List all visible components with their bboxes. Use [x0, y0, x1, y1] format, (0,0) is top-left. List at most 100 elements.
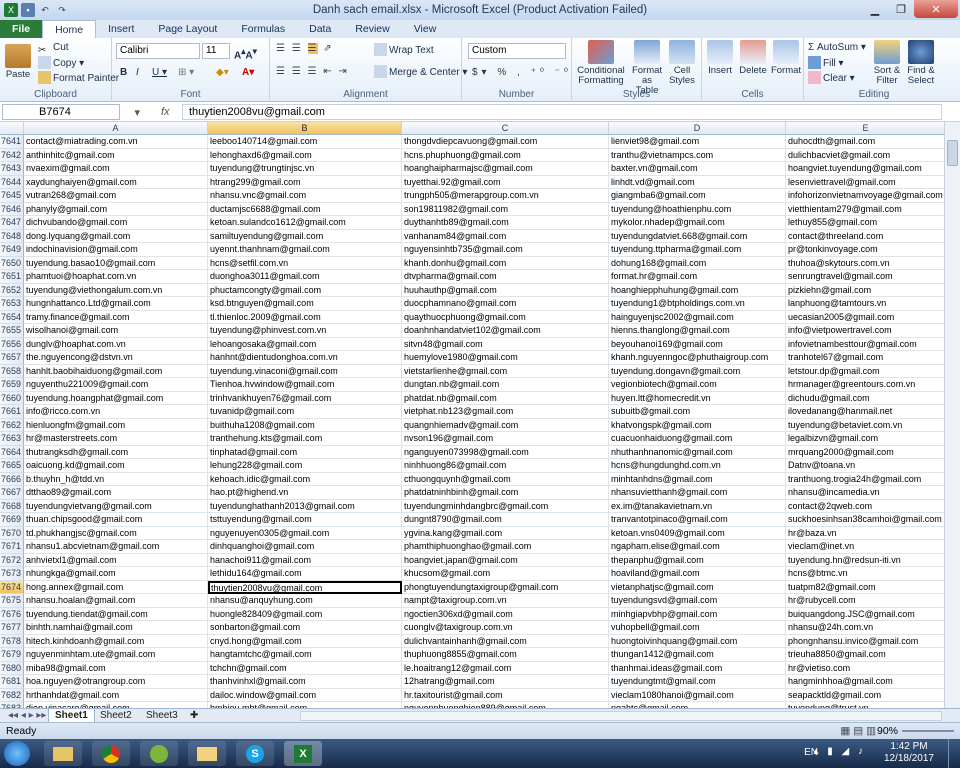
row-header[interactable]: 7671	[0, 540, 24, 554]
table-cell[interactable]: hrmanager@greentours.com.vn	[786, 378, 944, 392]
table-cell[interactable]: subuitb@gmail.com	[609, 405, 786, 419]
table-cell[interactable]: phongtuyendungtaxigroup@gmail.com	[402, 580, 609, 594]
table-cell[interactable]: info@ricco.com.vn	[24, 405, 208, 419]
table-cell[interactable]: huongtoivinhquang@gmail.com	[609, 634, 786, 648]
table-cell[interactable]: dungnt8790@gmail.com	[402, 513, 609, 527]
new-sheet-icon[interactable]: ✚	[184, 709, 204, 723]
number-format-icons[interactable]: $▾ % , ⁺⁰ ⁻⁰	[472, 66, 572, 80]
table-cell[interactable]: hr@rubycell.com	[786, 594, 944, 608]
sheet-nav-arrows[interactable]: ◂◂ ◂ ▸ ▸▸	[2, 709, 52, 723]
table-cell[interactable]: tinphatad@gmail.com	[208, 445, 402, 459]
find-select-button[interactable]: Find & Select	[904, 40, 938, 86]
folder-icon[interactable]	[188, 741, 226, 766]
table-cell[interactable]: dichudu@gmail.com	[786, 392, 944, 405]
table-cell[interactable]: huemylove1980@gmail.com	[402, 351, 609, 365]
tab-view[interactable]: View	[402, 20, 449, 38]
row-header[interactable]: 7660	[0, 391, 24, 405]
table-cell[interactable]: duythanhtb89@gmail.com	[402, 216, 609, 230]
table-cell[interactable]: lehonghaxd6@gmail.com	[208, 148, 402, 162]
conditional-formatting-button[interactable]: Conditional Formatting	[574, 40, 628, 86]
table-cell[interactable]: tuyendungtmt@gmail.com	[609, 675, 786, 689]
table-cell[interactable]: ninhhuong86@gmail.com	[402, 459, 609, 473]
table-cell[interactable]: hungnhattanco.Ltd@gmail.com	[24, 297, 208, 311]
table-cell[interactable]: hr.taxitourist@gmail.com	[402, 688, 609, 702]
table-cell[interactable]: anhvietxl1@gmail.com	[24, 553, 208, 567]
row-header[interactable]: 7659	[0, 378, 24, 392]
table-cell[interactable]: tuatpm82@gmail.com	[786, 581, 944, 594]
table-cell[interactable]: lehung228@gmail.com	[208, 459, 402, 473]
tray-icons[interactable]: ▴ ▮ ◢ ♪	[813, 746, 866, 757]
table-cell[interactable]: tranthehung.kts@gmail.com	[208, 432, 402, 446]
table-cell[interactable]: lehoangosaka@gmail.com	[208, 337, 402, 351]
row-header[interactable]: 7675	[0, 594, 24, 608]
table-cell[interactable]: dulichvantainhanh@gmail.com	[402, 634, 609, 648]
table-cell[interactable]: tuyendung.vinaconi@gmail.com	[208, 364, 402, 378]
table-cell[interactable]: hcns@btmc.vn	[786, 567, 944, 581]
row-header[interactable]: 7665	[0, 459, 24, 473]
table-cell[interactable]: lienviet98@gmail.com	[609, 135, 786, 149]
tab-page-layout[interactable]: Page Layout	[146, 20, 229, 38]
cut-button[interactable]: ✂ Cut	[38, 41, 69, 57]
table-cell[interactable]: huongle828409@gmail.com	[208, 607, 402, 621]
table-cell[interactable]: oaicuong.kd@gmail.com	[24, 459, 208, 473]
tab-formulas[interactable]: Formulas	[229, 20, 297, 38]
save-icon[interactable]: ▪	[21, 3, 35, 17]
table-cell[interactable]: minhgiapvbhp@gmail.com	[609, 607, 786, 621]
format-cells-button[interactable]: Format	[770, 40, 802, 76]
table-cell[interactable]: ngapham.elise@gmail.com	[609, 540, 786, 554]
row-header[interactable]: 7653	[0, 297, 24, 311]
table-cell[interactable]: Datnv@toana.vn	[786, 459, 944, 473]
table-cell[interactable]: tuyendung@betaviet.com.vn	[786, 419, 944, 432]
table-cell[interactable]: nampt@taxigroup.com.vn	[402, 594, 609, 608]
underline-button[interactable]: U ▾	[152, 66, 167, 80]
row-header[interactable]: 7650	[0, 256, 24, 270]
row-header[interactable]: 7679	[0, 648, 24, 662]
row-header[interactable]: 7647	[0, 216, 24, 230]
table-cell[interactable]: vegionbiotech@gmail.com	[609, 378, 786, 392]
table-cell[interactable]: anthinhitc@gmail.com	[24, 148, 208, 162]
row-header[interactable]: 7658	[0, 364, 24, 378]
table-cell[interactable]: hangtamtchc@gmail.com	[208, 648, 402, 662]
table-cell[interactable]: hcns@setfil.com.vn	[208, 256, 402, 270]
table-cell[interactable]: thepanphu@gmail.com	[609, 553, 786, 567]
table-cell[interactable]: phanyly@gmail.com	[24, 202, 208, 216]
row-header[interactable]: 7646	[0, 202, 24, 216]
table-cell[interactable]: trungph505@merapgroup.com.vn	[402, 189, 609, 203]
paste-button[interactable]: Paste	[4, 44, 32, 80]
tab-file[interactable]: File	[0, 20, 43, 38]
undo-icon[interactable]: ↶	[38, 3, 52, 17]
tab-insert[interactable]: Insert	[96, 20, 146, 38]
table-cell[interactable]: vietphat.nb123@gmail.com	[402, 405, 609, 419]
table-cell[interactable]: format.hr@gmail.com	[609, 270, 786, 284]
row-header[interactable]: 7677	[0, 621, 24, 635]
table-cell[interactable]: khanh.donhu@gmail.com	[402, 256, 609, 270]
table-cell[interactable]: tuyendung.tiendat@gmail.com	[24, 607, 208, 621]
table-cell[interactable]: ngoctien306xd@gmail.com	[402, 607, 609, 621]
row-header[interactable]: 7643	[0, 162, 24, 176]
table-cell[interactable]: cuacuonhaiduong@gmail.com	[609, 432, 786, 446]
chevron-down-icon[interactable]: ▾	[134, 106, 140, 119]
table-cell[interactable]: le.hoaitrang12@gmail.com	[402, 661, 609, 675]
table-cell[interactable]: samiltuyendung@gmail.com	[208, 229, 402, 243]
row-header[interactable]: 7654	[0, 310, 24, 324]
table-cell[interactable]: lesenviettravel@gmail.com	[786, 176, 944, 189]
table-cell[interactable]: the.nguyencong@dstvn.vn	[24, 351, 208, 365]
table-cell[interactable]: hoaviland@gmail.com	[609, 567, 786, 581]
table-cell[interactable]: pizkiehn@gmail.com	[786, 284, 944, 297]
table-cell[interactable]: buithuha1208@gmail.com	[208, 418, 402, 432]
table-cell[interactable]: hao.pt@highend.vn	[208, 486, 402, 500]
table-cell[interactable]: phongnhansu.invico@gmail.com	[786, 635, 944, 648]
row-header[interactable]: 7680	[0, 661, 24, 675]
tab-home[interactable]: Home	[42, 20, 97, 38]
table-cell[interactable]: beyouhanoi169@gmail.com	[609, 337, 786, 351]
table-cell[interactable]: tl.thienloc.2009@gmail.com	[208, 310, 402, 324]
table-cell[interactable]: duonghoa3011@gmail.com	[208, 270, 402, 284]
row-header[interactable]: 7644	[0, 175, 24, 189]
table-cell[interactable]: minhtanhdns@gmail.com	[609, 472, 786, 486]
redo-icon[interactable]: ↷	[55, 3, 69, 17]
clear-button[interactable]: Clear ▾	[808, 71, 855, 86]
table-cell[interactable]: hcns.phuphuong@gmail.com	[402, 148, 609, 162]
insert-cells-button[interactable]: Insert	[704, 40, 736, 76]
row-header[interactable]: 7663	[0, 432, 24, 446]
table-cell[interactable]: khucsom@gmail.com	[402, 567, 609, 581]
